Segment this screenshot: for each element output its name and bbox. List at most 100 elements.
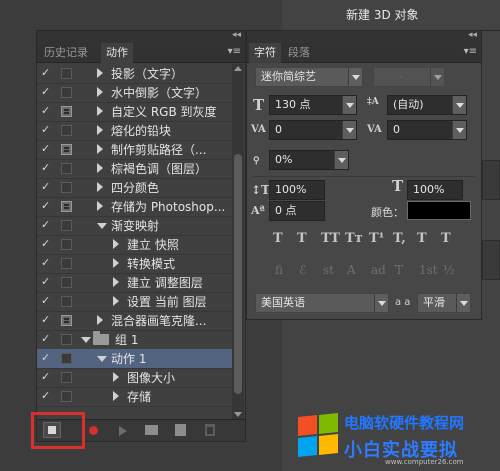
language-select[interactable]: 美国英语 (255, 293, 389, 313)
leading-field[interactable]: (自动) (387, 95, 467, 115)
check-icon[interactable]: ✓ (41, 124, 53, 136)
actions-scrollbar[interactable] (232, 64, 244, 419)
dialog-toggle-icon[interactable] (61, 125, 72, 136)
dialog-toggle-icon[interactable] (61, 391, 72, 402)
dialog-toggle-icon[interactable] (61, 106, 72, 117)
dialog-toggle-icon[interactable] (61, 372, 72, 383)
new-set-icon[interactable] (145, 425, 158, 435)
font-family-select[interactable]: 迷你简综艺 (255, 67, 363, 87)
tracking-field[interactable]: 0 (387, 120, 467, 140)
expand-toggle-icon[interactable] (97, 106, 103, 116)
expand-toggle-icon[interactable] (97, 68, 103, 78)
expand-toggle-icon[interactable] (113, 258, 119, 268)
dialog-toggle-icon[interactable] (61, 277, 72, 288)
baseline-shift-field[interactable]: 0 点 (269, 201, 325, 221)
type-style-button[interactable]: T (273, 231, 283, 246)
type-style-button[interactable]: T (441, 231, 451, 246)
action-row[interactable]: ✓ 动作 1 (37, 349, 232, 369)
check-icon[interactable]: ✓ (41, 162, 53, 174)
collapse-panel-icon[interactable]: ◂◂ (232, 30, 241, 40)
type-style-button[interactable]: Tт (345, 231, 363, 246)
expand-toggle-icon[interactable] (113, 277, 119, 287)
expand-toggle-icon[interactable] (97, 182, 103, 192)
delete-icon[interactable] (205, 424, 215, 436)
opentype-button[interactable]: fi (275, 263, 283, 277)
expand-toggle-icon[interactable] (97, 87, 103, 97)
check-icon[interactable]: ✓ (41, 314, 53, 326)
expand-toggle-icon[interactable] (113, 391, 119, 401)
dialog-toggle-icon[interactable] (61, 258, 72, 269)
check-icon[interactable]: ✓ (41, 371, 53, 383)
tsume-field[interactable]: 0% (269, 150, 349, 170)
expand-toggle-icon[interactable] (97, 201, 103, 211)
dialog-toggle-icon[interactable] (61, 201, 72, 212)
dialog-toggle-icon[interactable] (61, 87, 72, 98)
record-icon[interactable] (89, 426, 98, 435)
scrollbar-thumb[interactable] (234, 154, 242, 394)
tab-character[interactable]: 字符 (249, 43, 281, 63)
expand-toggle-icon[interactable] (97, 125, 103, 135)
action-row[interactable]: ✓ 存储 (37, 387, 232, 407)
type-style-button[interactable]: T, (393, 231, 406, 246)
opentype-button[interactable]: T (395, 263, 403, 277)
action-row[interactable]: ✓ 建立 快照 (37, 235, 232, 255)
check-icon[interactable]: ✓ (41, 86, 53, 98)
antialias-select[interactable]: 平滑 (417, 293, 471, 313)
font-size-field[interactable]: 130 点 (269, 95, 357, 115)
expand-toggle-icon[interactable] (113, 296, 119, 306)
action-row[interactable]: ✓ 熔化的铅块 (37, 121, 232, 141)
action-row[interactable]: ✓ 投影（文字） (37, 64, 232, 84)
check-icon[interactable]: ✓ (41, 238, 53, 250)
action-row[interactable]: ✓ 四分颜色 (37, 178, 232, 198)
type-style-button[interactable]: T (417, 231, 427, 246)
play-icon[interactable] (119, 426, 127, 436)
dialog-toggle-icon[interactable] (61, 144, 72, 155)
opentype-button[interactable]: st (323, 263, 334, 277)
text-color-swatch[interactable] (407, 201, 471, 220)
check-icon[interactable]: ✓ (41, 200, 53, 212)
check-icon[interactable]: ✓ (41, 105, 53, 117)
check-icon[interactable]: ✓ (41, 67, 53, 79)
expand-toggle-icon[interactable] (81, 337, 91, 343)
expand-toggle-icon[interactable] (97, 223, 107, 229)
dialog-toggle-icon[interactable] (61, 220, 72, 231)
opentype-button[interactable]: ½ (443, 263, 455, 277)
check-icon[interactable]: ✓ (41, 219, 53, 231)
expand-toggle-icon[interactable] (113, 372, 119, 382)
check-icon[interactable]: ✓ (41, 295, 53, 307)
vertical-scale-field[interactable]: 100% (269, 180, 325, 200)
action-row[interactable]: ✓ 设置 当前 图层 (37, 292, 232, 312)
tab-history[interactable]: 历史记录 (39, 43, 93, 63)
check-icon[interactable]: ✓ (41, 257, 53, 269)
collapse-panel-icon[interactable]: ◂◂ (468, 30, 477, 40)
new-action-icon[interactable] (175, 424, 186, 436)
dialog-toggle-icon[interactable] (61, 296, 72, 307)
expand-toggle-icon[interactable] (97, 315, 103, 325)
check-icon[interactable]: ✓ (41, 181, 53, 193)
type-style-button[interactable]: TT (321, 231, 340, 246)
tab-actions[interactable]: 动作 (101, 43, 133, 63)
type-style-button[interactable]: T (297, 231, 307, 246)
dialog-toggle-icon[interactable] (61, 68, 72, 79)
expand-toggle-icon[interactable] (97, 163, 103, 173)
action-row[interactable]: ✓ 自定义 RGB 到灰度 (37, 102, 232, 122)
opentype-button[interactable]: 1st (419, 263, 438, 277)
dialog-toggle-icon[interactable] (61, 315, 72, 326)
action-row[interactable]: ✓ 制作剪贴路径（... (37, 140, 232, 160)
scroll-up-icon[interactable] (234, 66, 242, 71)
scroll-down-icon[interactable] (234, 412, 242, 417)
action-row[interactable]: ✓ 存储为 Photoshop... (37, 197, 232, 217)
dialog-toggle-icon[interactable] (61, 353, 72, 364)
expand-toggle-icon[interactable] (113, 239, 119, 249)
panel-menu-icon[interactable]: ▾≡ (228, 46, 241, 57)
check-icon[interactable]: ✓ (41, 276, 53, 288)
tab-paragraph[interactable]: 段落 (283, 43, 315, 63)
dialog-toggle-icon[interactable] (61, 163, 72, 174)
expand-toggle-icon[interactable] (97, 356, 107, 362)
check-icon[interactable]: ✓ (41, 333, 53, 345)
action-row[interactable]: ✓ 渐变映射 (37, 216, 232, 236)
kerning-field[interactable]: 0 (269, 120, 357, 140)
action-row[interactable]: ✓ 水中倒影（文字） (37, 83, 232, 103)
action-row[interactable]: ✓ 转换模式 (37, 254, 232, 274)
panel-menu-icon[interactable]: ▾≡ (464, 46, 477, 57)
